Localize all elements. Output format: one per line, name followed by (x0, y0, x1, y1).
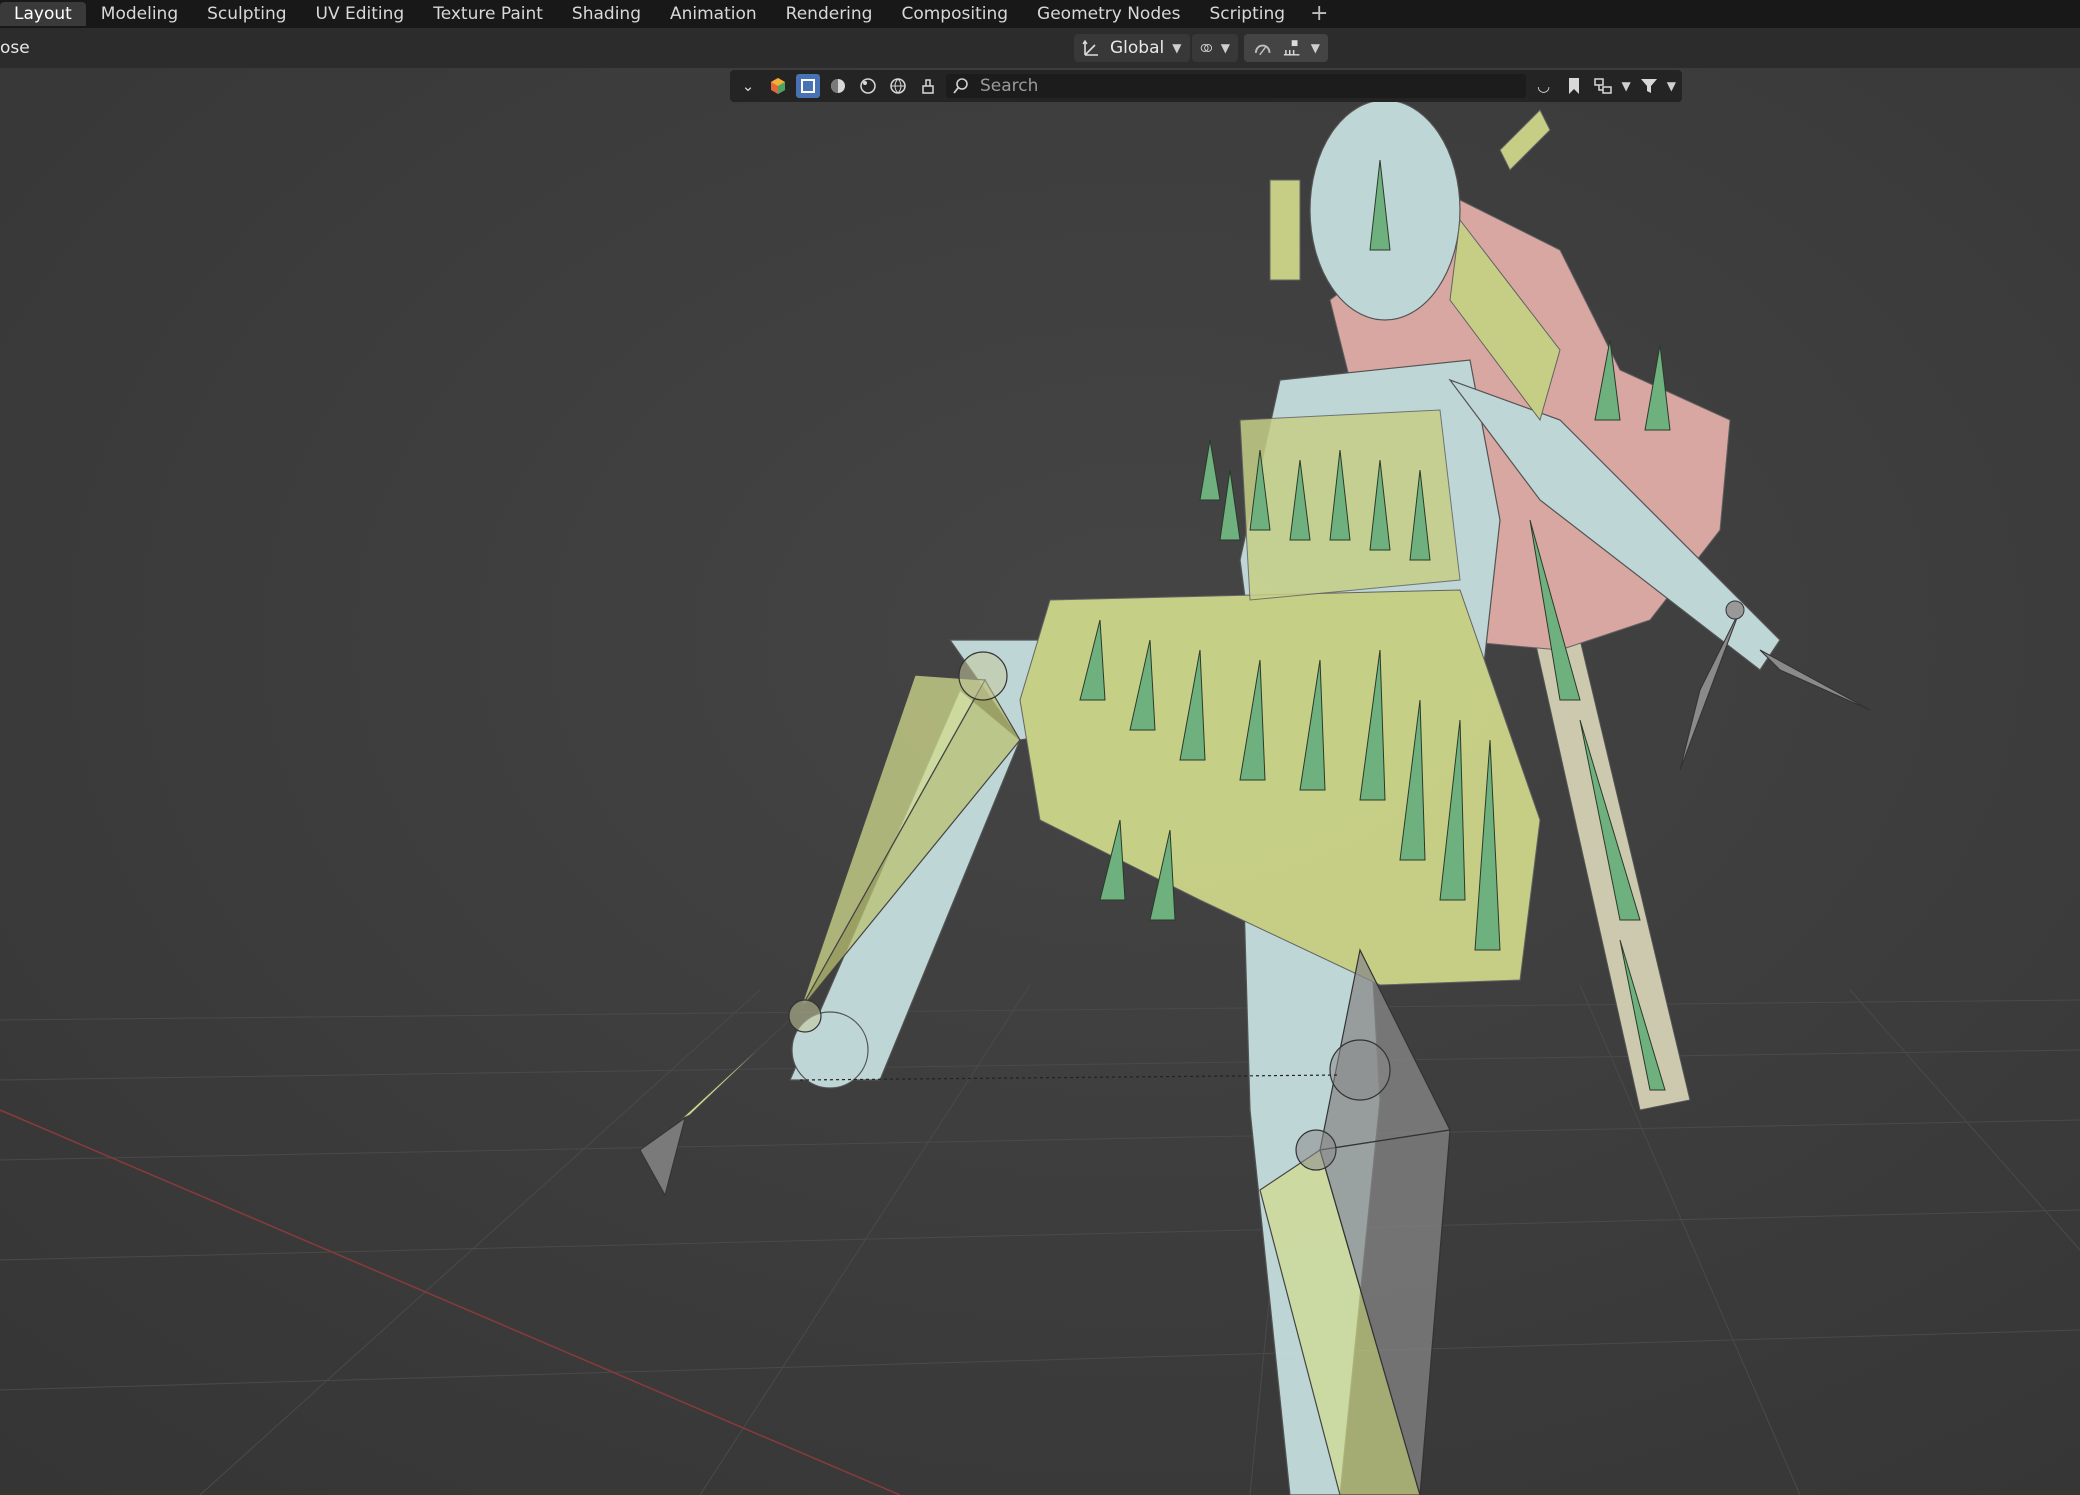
transform-orientation-icon (1082, 39, 1098, 56)
tab-rendering[interactable]: Rendering (772, 2, 887, 26)
tab-modeling[interactable]: Modeling (87, 2, 192, 26)
proportional-icon (1284, 40, 1300, 56)
tab-layout[interactable]: Layout (0, 2, 86, 26)
material-shading-icon[interactable] (856, 74, 880, 98)
tab-scripting[interactable]: Scripting (1195, 2, 1299, 26)
chevron-down-icon: ▼ (1310, 41, 1320, 55)
add-workspace-button[interactable]: + (1300, 2, 1338, 26)
outliner-filter-bar: ⌄ ◡ ▼ ▼ (730, 70, 1682, 102)
bookmark-icon[interactable] (1562, 74, 1586, 98)
filter-icon[interactable] (1637, 74, 1661, 98)
chevron-down-icon[interactable]: ▼ (1667, 79, 1676, 93)
sort-icon[interactable]: ◡ (1532, 74, 1556, 98)
tab-geometry-nodes[interactable]: Geometry Nodes (1023, 2, 1194, 26)
chevron-down-icon[interactable]: ▼ (1622, 79, 1631, 93)
tab-texture-paint[interactable]: Texture Paint (419, 2, 557, 26)
solid-shading-icon[interactable] (826, 74, 850, 98)
tab-compositing[interactable]: Compositing (887, 2, 1022, 26)
collapse-chevron-icon[interactable]: ⌄ (736, 74, 760, 98)
viewport-header: ose Global ▼ ▼ ▼ (0, 28, 2080, 68)
search-icon (953, 78, 968, 94)
workspace-tabs-bar: Layout Modeling Sculpting UV Editing Tex… (0, 0, 2080, 28)
pose-scene (0, 68, 2080, 1495)
pivot-icon (1200, 44, 1213, 52)
render-shading-icon[interactable] (886, 74, 910, 98)
transform-orientation-dropdown[interactable]: Global ▼ (1074, 34, 1190, 62)
select-mode-icon[interactable] (796, 74, 820, 98)
snap-toggle-group[interactable]: ▼ (1244, 34, 1328, 62)
tab-animation[interactable]: Animation (656, 2, 771, 26)
cleanup-icon[interactable] (916, 74, 940, 98)
3d-viewport[interactable] (0, 68, 2080, 1495)
tab-shading[interactable]: Shading (558, 2, 655, 26)
tab-uv-editing[interactable]: UV Editing (302, 2, 419, 26)
snap-icon (1254, 44, 1271, 56)
object-type-icon[interactable] (766, 74, 790, 98)
search-field[interactable] (946, 74, 1526, 98)
tab-sculpting[interactable]: Sculpting (193, 2, 300, 26)
orientation-label: Global (1110, 38, 1165, 58)
chevron-down-icon: ▼ (1220, 41, 1230, 55)
display-mode-icon[interactable] (1592, 74, 1616, 98)
chevron-down-icon: ▼ (1172, 41, 1182, 55)
mode-label[interactable]: ose (0, 38, 30, 58)
pivot-point-dropdown[interactable]: ▼ (1192, 34, 1238, 62)
search-input[interactable] (978, 75, 1526, 97)
